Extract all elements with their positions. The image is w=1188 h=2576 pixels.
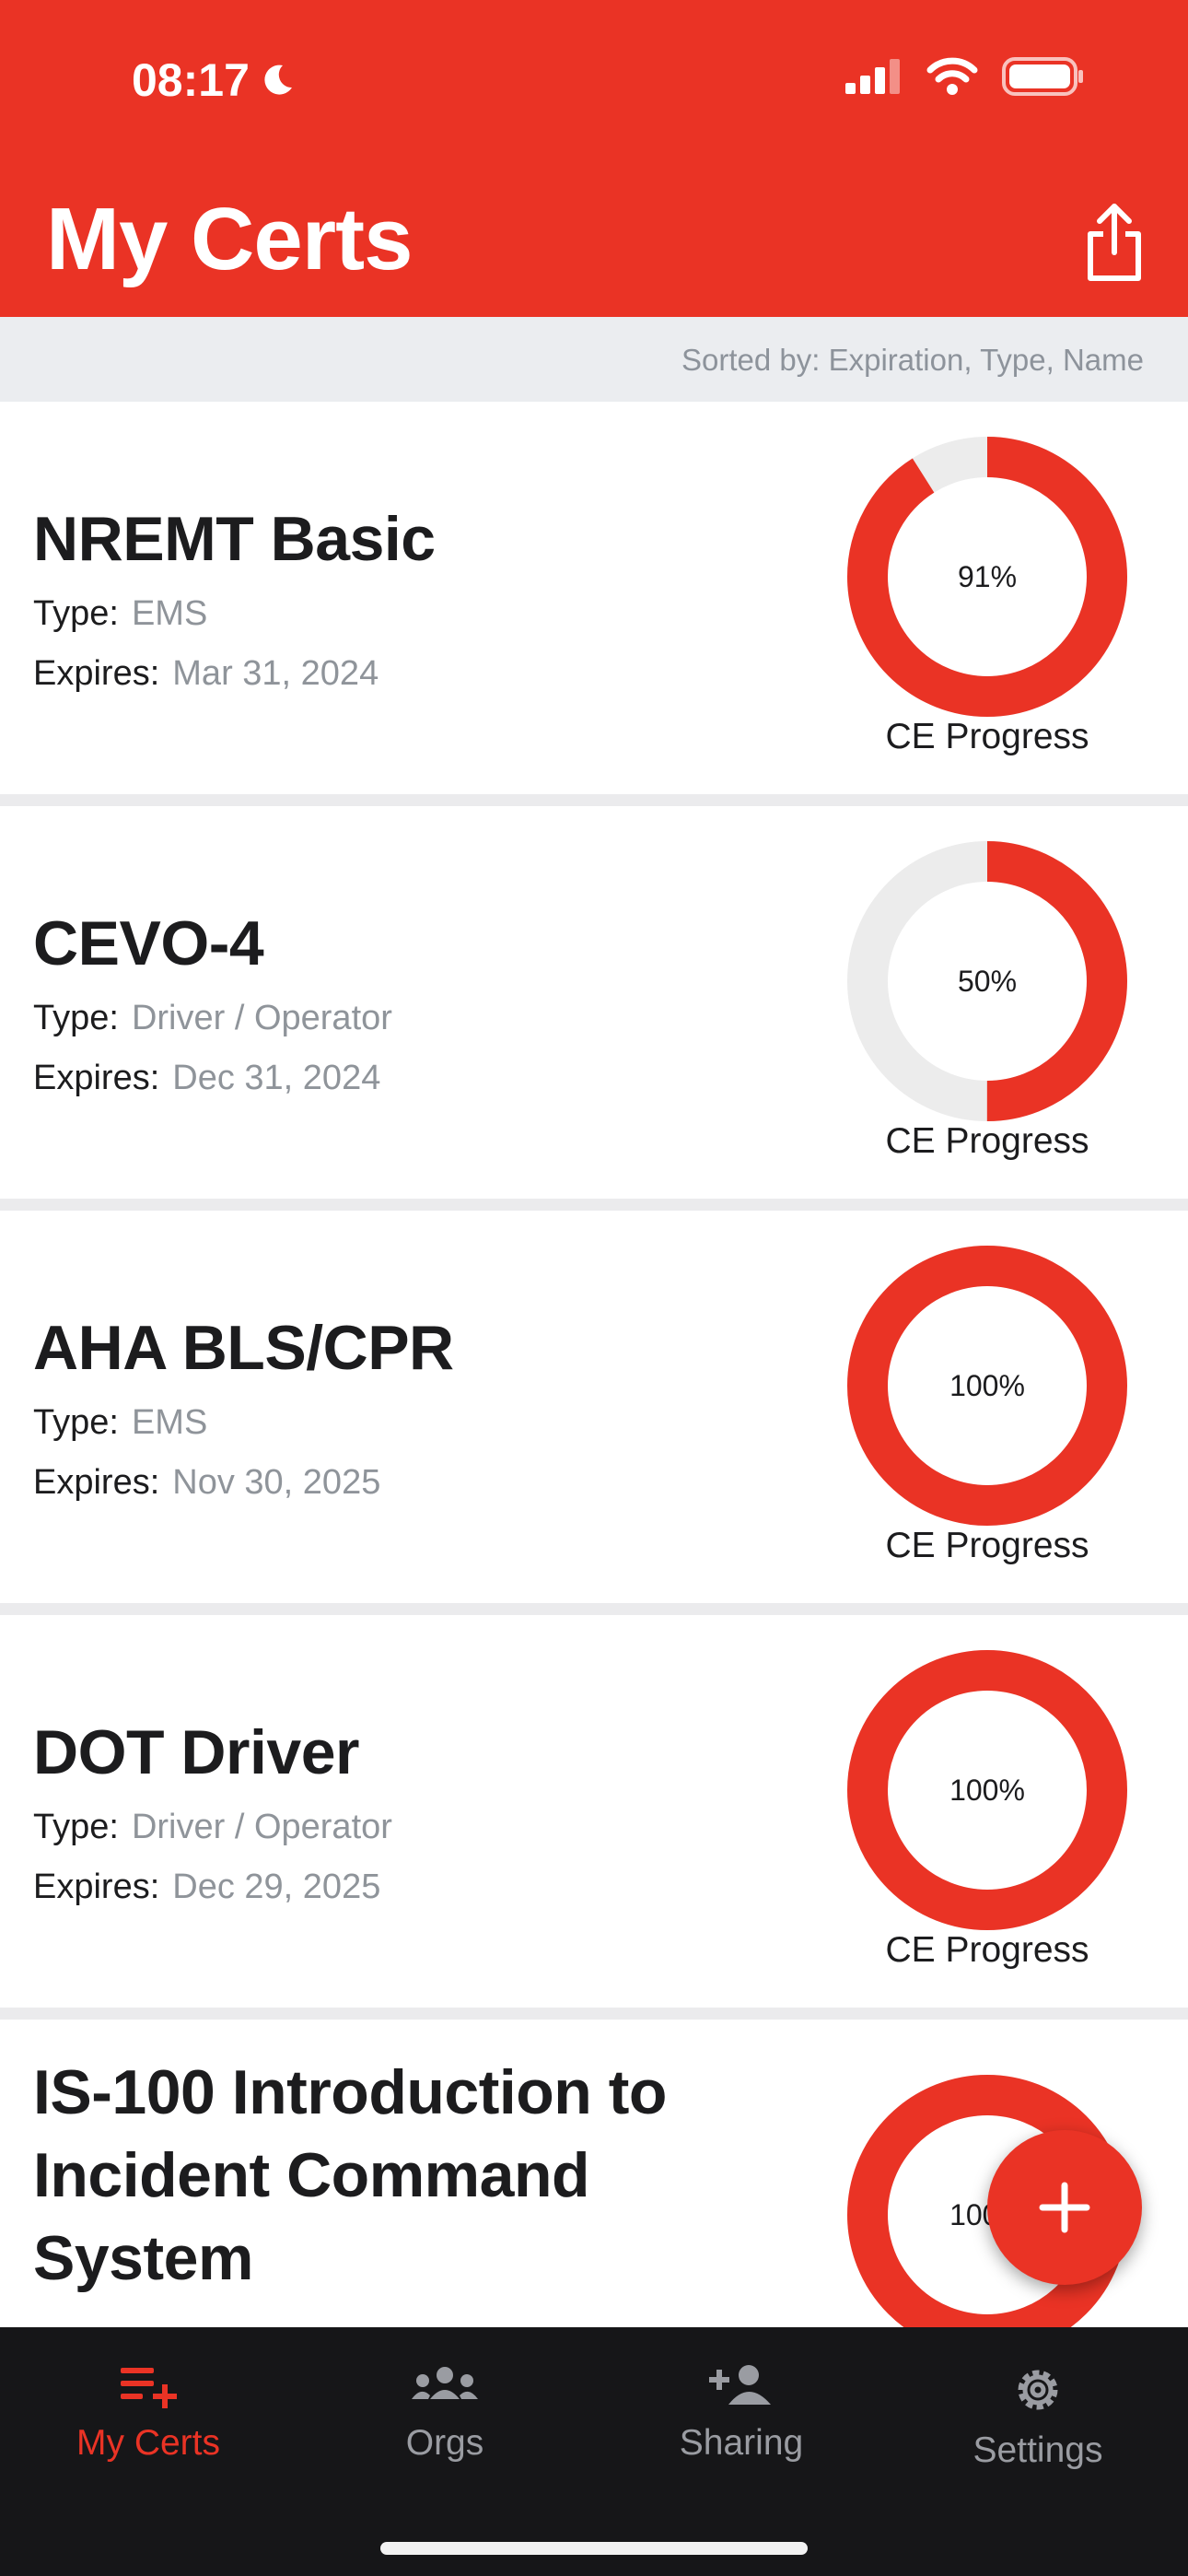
type-value: EMS [131,1403,208,1442]
cert-name-line: Incident Command [33,2140,590,2210]
wifi-icon [926,57,978,95]
type-label: Type: [33,1808,119,1846]
tab-sharing[interactable]: Sharing [593,2362,890,2464]
type-value: Driver / Operator [131,999,392,1037]
expires-value: Dec 29, 2025 [172,1868,381,1906]
app-header: 08:17 My Certs [0,0,1188,317]
cert-name: NREMT Basic [33,504,436,574]
expires-value: Mar 31, 2024 [172,654,379,693]
progress-percent: 91% [958,560,1017,593]
tab-orgs[interactable]: Orgs [297,2362,593,2464]
type-label: Type: [33,999,119,1037]
tab-bar: My Certs Orgs Sharing Settings [0,2327,1188,2576]
cert-expires: Expires: Dec 31, 2024 [33,1059,380,1098]
tab-label: Orgs [405,2423,484,2463]
progress-percent: 100% [949,1369,1025,1402]
expires-value: Nov 30, 2025 [172,1463,381,1502]
cert-type: Type: EMS [33,594,207,634]
status-icons [845,57,1085,96]
add-cert-button[interactable] [987,2130,1142,2285]
cert-card[interactable]: DOT Driver Type: Driver / Operator Expire… [0,1615,1188,2008]
people-icon [412,2367,478,2399]
cert-name-line: IS-100 Introduction to [33,2057,667,2127]
ce-progress-ring: 50% [847,841,1127,1121]
cert-card[interactable]: AHA BLS/CPR Type: EMS Expires: Nov 30, 202… [0,1211,1188,1603]
cert-type: Type: EMS [33,1403,207,1443]
ce-progress-ring: 91% [847,437,1127,717]
expires-label: Expires: [33,1059,160,1097]
cert-name: DOT Driver [33,1717,360,1787]
list-add-icon [121,2368,177,2408]
expires-value: Dec 31, 2024 [172,1059,381,1097]
type-value: EMS [131,594,208,633]
ce-progress-label: CE Progress [885,717,1089,756]
progress-percent: 50% [958,965,1017,998]
progress-percent: 100% [949,1774,1025,1807]
share-icon[interactable] [1085,201,1144,284]
cert-name: CEVO-4 [33,908,264,978]
ce-progress-label: CE Progress [885,1526,1089,1565]
moon-icon [264,64,292,95]
cert-card[interactable]: NREMT Basic Type: EMS Expires: Mar 31, 202… [0,402,1188,794]
plus-icon [1039,2182,1090,2233]
type-label: Type: [33,1403,119,1442]
tab-label: Sharing [679,2423,804,2463]
cert-name: IS-100 Introduction to Incident Command … [33,2051,667,2300]
expires-label: Expires: [33,1463,160,1502]
signal-icon [845,59,900,94]
tab-my-certs[interactable]: My Certs [0,2362,297,2464]
cert-expires: Expires: Dec 29, 2025 [33,1868,380,1907]
cert-card[interactable]: CEVO-4 Type: Driver / Operator Expires: De… [0,806,1188,1199]
expires-label: Expires: [33,1868,160,1906]
cert-expires: Expires: Nov 30, 2025 [33,1463,380,1503]
gear-icon [1018,2370,1058,2410]
person-add-icon [709,2365,771,2405]
expires-label: Expires: [33,654,160,693]
ce-progress-ring: 100% [847,1650,1127,1930]
ce-progress-label: CE Progress [885,1930,1089,1970]
cert-type: Type: Driver / Operator [33,1808,392,1847]
ce-progress-ring: 100% [847,1246,1127,1526]
cert-type: Type: Driver / Operator [33,999,392,1038]
status-time-text: 08:17 [132,54,250,106]
tab-settings[interactable]: Settings [890,2362,1186,2471]
tab-label: Settings [973,2430,1103,2470]
sort-label[interactable]: Sorted by: Expiration, Type, Name [681,343,1144,378]
cert-name: AHA BLS/CPR [33,1313,454,1383]
battery-icon [1002,57,1083,96]
status-time: 08:17 [132,53,296,107]
ce-progress-label: CE Progress [885,1121,1089,1161]
cert-expires: Expires: Mar 31, 2024 [33,654,379,694]
page-title: My Certs [46,190,413,288]
type-value: Driver / Operator [131,1808,392,1846]
home-indicator [380,2542,808,2555]
tab-label: My Certs [76,2423,220,2463]
cert-list: NREMT Basic Type: EMS Expires: Mar 31, 202… [0,402,1188,2327]
cert-name-line: System [33,2223,253,2293]
type-label: Type: [33,594,119,633]
